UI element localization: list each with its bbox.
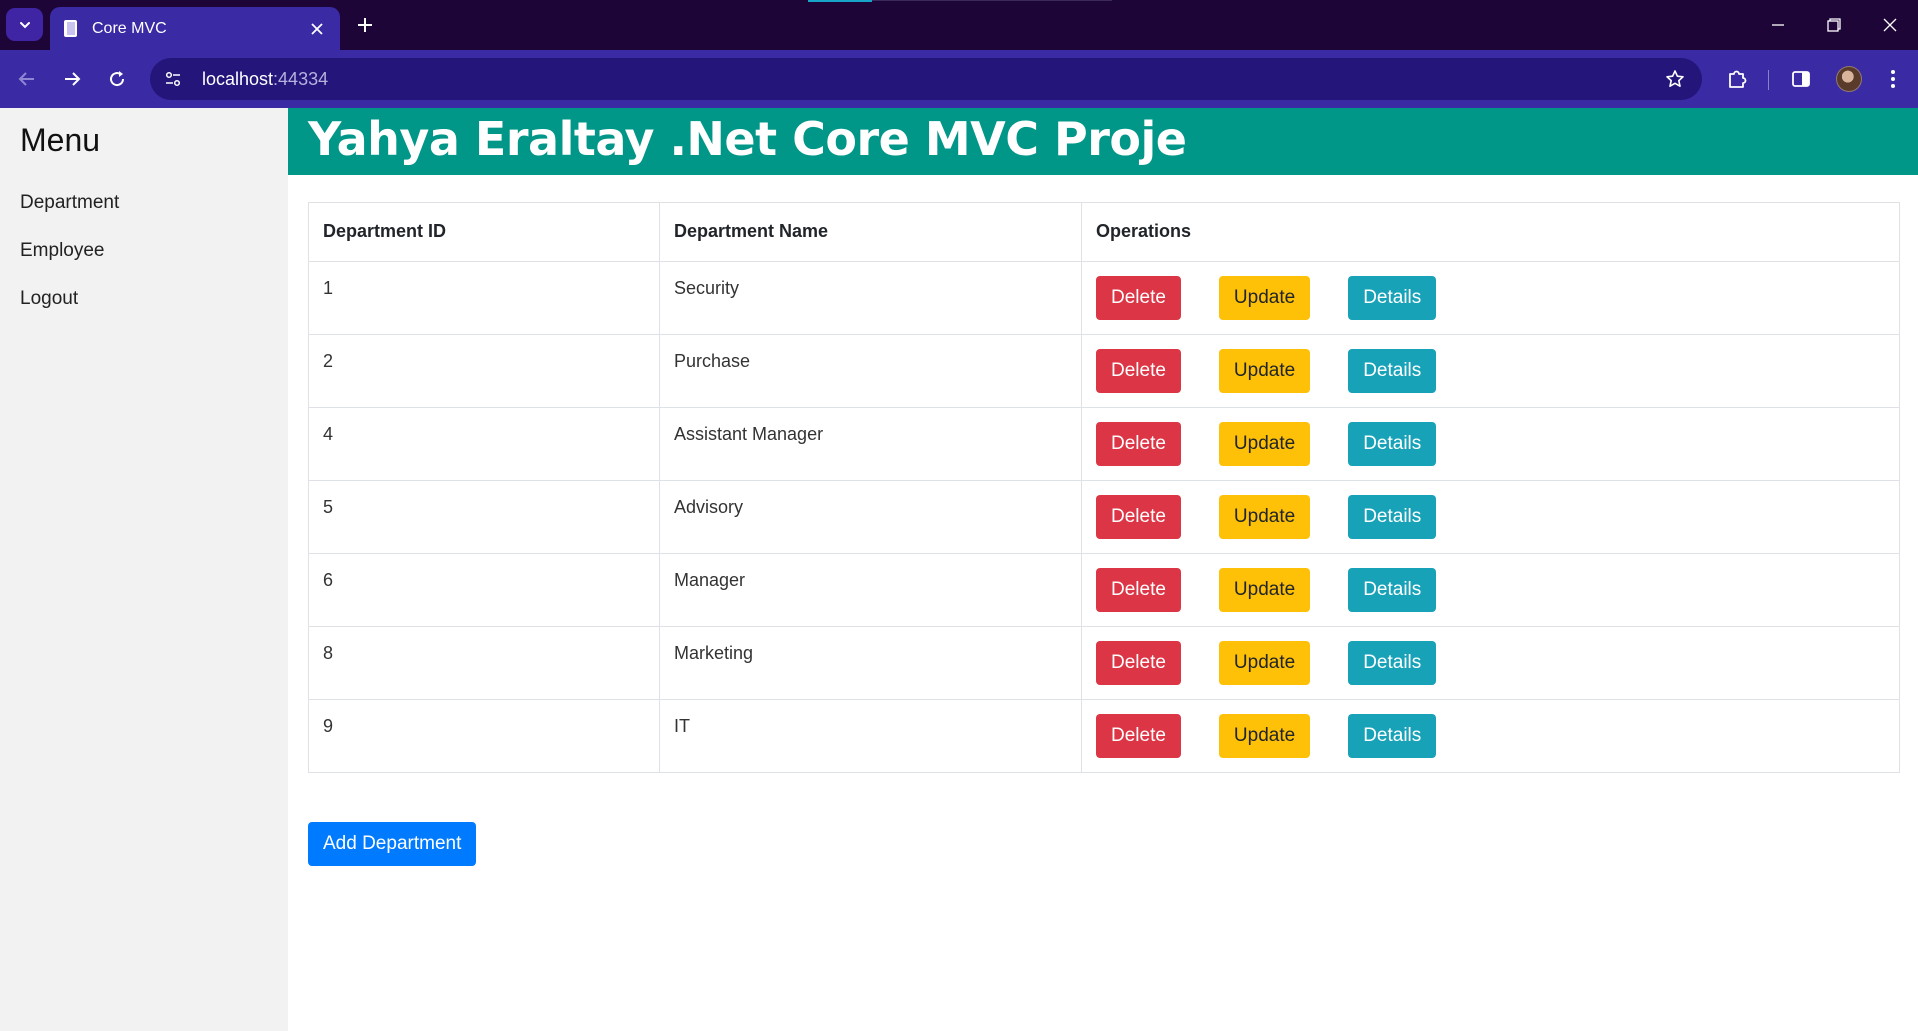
details-button[interactable]: Details xyxy=(1348,422,1437,466)
menu-title: Menu xyxy=(20,122,101,158)
update-button[interactable]: Update xyxy=(1218,568,1311,612)
department-id-cell: 1 xyxy=(308,261,660,335)
department-id-cell: 9 xyxy=(308,699,660,773)
details-button[interactable]: Details xyxy=(1348,568,1437,612)
page-title: Yahya Eraltay .Net Core MVC Proje xyxy=(308,112,1187,166)
delete-button[interactable]: Delete xyxy=(1096,422,1181,466)
column-header-operations: Operations xyxy=(1081,202,1900,262)
table-row: 5 Advisory Delete Update Details xyxy=(308,480,1900,554)
operations-cell: Delete Update Details xyxy=(1081,334,1900,408)
chevron-down-icon xyxy=(19,21,30,28)
operations-cell: Delete Update Details xyxy=(1081,626,1900,700)
site-info-icon[interactable] xyxy=(156,62,190,96)
browser-titlebar: Core MVC xyxy=(0,0,1918,50)
more-menu-icon[interactable] xyxy=(1876,62,1910,96)
delete-button[interactable]: Delete xyxy=(1096,568,1181,612)
table-row: 8 Marketing Delete Update Details xyxy=(308,626,1900,700)
operations-cell: Delete Update Details xyxy=(1081,699,1900,773)
delete-button[interactable]: Delete xyxy=(1096,714,1181,758)
details-button[interactable]: Details xyxy=(1348,495,1437,539)
delete-button[interactable]: Delete xyxy=(1096,349,1181,393)
profile-avatar[interactable] xyxy=(1836,66,1862,92)
url-text: localhost:44334 xyxy=(202,69,328,90)
update-button[interactable]: Update xyxy=(1218,714,1311,758)
department-id-cell: 4 xyxy=(308,407,660,481)
department-id-cell: 5 xyxy=(308,480,660,554)
delete-button[interactable]: Delete xyxy=(1096,641,1181,685)
extensions-icon[interactable] xyxy=(1720,62,1754,96)
browser-toolbar: localhost:44334 xyxy=(0,50,1918,108)
loading-track xyxy=(872,0,1112,1)
page-header: Yahya Eraltay .Net Core MVC Proje xyxy=(288,108,1918,175)
tab-title: Core MVC xyxy=(92,19,167,37)
department-name-cell: IT xyxy=(659,699,1082,773)
department-name-cell: Security xyxy=(659,261,1082,335)
side-panel-icon[interactable] xyxy=(1784,62,1818,96)
department-name-cell: Assistant Manager xyxy=(659,407,1082,481)
url-port: :44334 xyxy=(273,68,329,89)
browser-tab[interactable]: Core MVC xyxy=(50,7,340,50)
tab-search-button[interactable] xyxy=(6,8,43,41)
department-id-cell: 8 xyxy=(308,626,660,700)
close-tab-icon[interactable] xyxy=(306,18,328,40)
add-department-button[interactable]: Add Department xyxy=(308,822,477,866)
update-button[interactable]: Update xyxy=(1218,276,1311,320)
toolbar-divider xyxy=(1768,70,1769,90)
bookmark-star-icon[interactable] xyxy=(1662,66,1688,92)
department-name-cell: Manager xyxy=(659,553,1082,627)
column-header-name: Department Name xyxy=(659,202,1082,262)
sidebar-item-employee[interactable]: Employee xyxy=(20,240,105,262)
details-button[interactable]: Details xyxy=(1348,276,1437,320)
delete-button[interactable]: Delete xyxy=(1096,276,1181,320)
update-button[interactable]: Update xyxy=(1218,349,1311,393)
sidebar: Menu Department Employee Logout xyxy=(0,108,288,1031)
table-row: 6 Manager Delete Update Details xyxy=(308,553,1900,627)
details-button[interactable]: Details xyxy=(1348,641,1437,685)
update-button[interactable]: Update xyxy=(1218,495,1311,539)
new-tab-icon[interactable] xyxy=(352,12,378,38)
update-button[interactable]: Update xyxy=(1218,641,1311,685)
department-name-cell: Purchase xyxy=(659,334,1082,408)
table-row: 2 Purchase Delete Update Details xyxy=(308,334,1900,408)
department-table-container: Department ID Department Name Operations… xyxy=(308,202,1900,773)
page-favicon-icon xyxy=(64,19,77,37)
url-host: localhost xyxy=(202,68,274,89)
table-row: 4 Assistant Manager Delete Update Details xyxy=(308,407,1900,481)
address-bar[interactable]: localhost:44334 xyxy=(150,58,1702,100)
sidebar-item-logout[interactable]: Logout xyxy=(20,288,78,310)
operations-cell: Delete Update Details xyxy=(1081,480,1900,554)
minimize-icon[interactable] xyxy=(1758,8,1798,42)
column-header-id: Department ID xyxy=(308,202,660,262)
operations-cell: Delete Update Details xyxy=(1081,553,1900,627)
restore-icon[interactable] xyxy=(1814,8,1854,42)
department-name-cell: Advisory xyxy=(659,480,1082,554)
back-icon[interactable] xyxy=(10,62,44,96)
details-button[interactable]: Details xyxy=(1348,714,1437,758)
table-header-row: Department ID Department Name Operations xyxy=(308,202,1900,262)
reload-icon[interactable] xyxy=(100,62,134,96)
operations-cell: Delete Update Details xyxy=(1081,261,1900,335)
forward-icon[interactable] xyxy=(55,62,89,96)
department-name-cell: Marketing xyxy=(659,626,1082,700)
operations-cell: Delete Update Details xyxy=(1081,407,1900,481)
table-row: 9 IT Delete Update Details xyxy=(308,699,1900,773)
loading-indicator xyxy=(808,0,872,2)
sidebar-item-department[interactable]: Department xyxy=(20,192,119,214)
department-table: Department ID Department Name Operations… xyxy=(308,202,1900,773)
department-id-cell: 6 xyxy=(308,553,660,627)
delete-button[interactable]: Delete xyxy=(1096,495,1181,539)
table-row: 1 Security Delete Update Details xyxy=(308,261,1900,335)
update-button[interactable]: Update xyxy=(1218,422,1311,466)
details-button[interactable]: Details xyxy=(1348,349,1437,393)
department-id-cell: 2 xyxy=(308,334,660,408)
close-window-icon[interactable] xyxy=(1870,8,1910,42)
